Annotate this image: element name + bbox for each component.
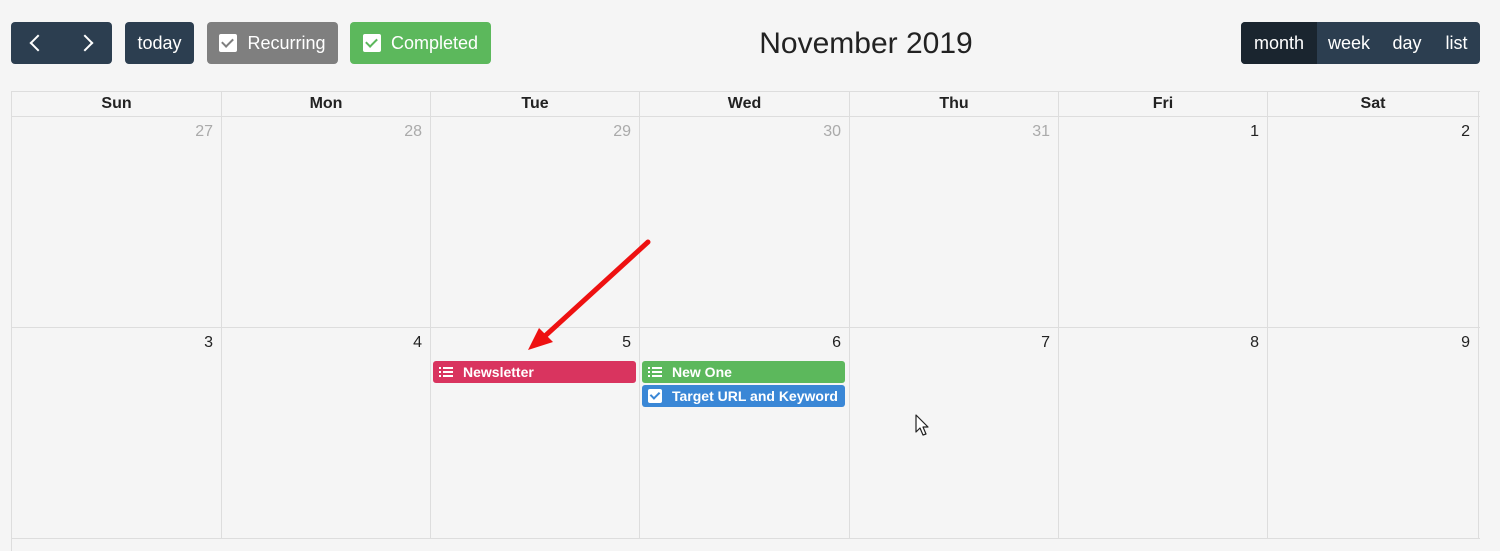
day-cell[interactable]: 2 — [1268, 117, 1479, 327]
month-grid: Sun Mon Tue Wed Thu Fri Sat 27 28 29 30 … — [11, 91, 1480, 551]
day-number[interactable]: 29 — [613, 123, 631, 141]
day-cell[interactable]: 28 — [222, 117, 431, 327]
day-number[interactable]: 28 — [404, 123, 422, 141]
day-number[interactable]: 1 — [1250, 123, 1259, 141]
completed-filter-button[interactable]: Completed — [350, 22, 491, 64]
checkbox-icon — [648, 389, 662, 403]
week-row: 27 28 29 30 31 1 2 — [12, 117, 1480, 328]
checkbox-icon — [362, 34, 381, 52]
weekday-header: Sun — [12, 92, 222, 116]
week-row: 3 4 5 Newsletter 6 New One Target URL an… — [12, 328, 1480, 539]
day-cell[interactable]: 7 — [850, 328, 1059, 538]
weekday-header: Sat — [1268, 92, 1479, 116]
event-title: Newsletter — [463, 364, 534, 380]
weekday-header: Fri — [1059, 92, 1268, 116]
weekday-header: Tue — [431, 92, 640, 116]
next-button[interactable] — [62, 22, 113, 64]
event-target-url-and-keyword[interactable]: Target URL and Keyword — [642, 385, 845, 407]
weekday-header-row: Sun Mon Tue Wed Thu Fri Sat — [12, 91, 1480, 117]
event-title: New One — [672, 364, 732, 380]
day-number[interactable]: 27 — [195, 123, 213, 141]
day-number[interactable]: 8 — [1250, 334, 1259, 352]
prev-button[interactable] — [11, 22, 62, 64]
list-icon — [648, 367, 662, 377]
view-month-button[interactable]: month — [1241, 22, 1317, 64]
calendar-toolbar: today Recurring Completed November 2019 … — [0, 0, 1500, 88]
day-number[interactable]: 7 — [1041, 334, 1050, 352]
weekday-header: Thu — [850, 92, 1059, 116]
day-cell[interactable]: 3 — [12, 328, 222, 538]
prev-next-button-group — [11, 22, 112, 64]
day-cell[interactable]: 6 New One Target URL and Keyword — [640, 328, 850, 538]
day-cell[interactable]: 5 Newsletter — [431, 328, 640, 538]
day-cell[interactable]: 8 — [1059, 328, 1268, 538]
day-cell[interactable]: 1 — [1059, 117, 1268, 327]
chevron-right-icon — [76, 34, 94, 52]
day-cell[interactable]: 4 — [222, 328, 431, 538]
recurring-filter-button[interactable]: Recurring — [207, 22, 338, 64]
day-number[interactable]: 3 — [204, 334, 213, 352]
day-cell[interactable]: 29 — [431, 117, 640, 327]
calendar-title: November 2019 — [759, 27, 973, 60]
day-number[interactable]: 6 — [832, 334, 841, 352]
view-list-button[interactable]: list — [1433, 22, 1480, 64]
today-button[interactable]: today — [125, 22, 194, 64]
recurring-label: Recurring — [247, 32, 326, 53]
event-new-one[interactable]: New One — [642, 361, 845, 383]
day-number[interactable]: 30 — [823, 123, 841, 141]
list-icon — [439, 367, 453, 377]
day-cell[interactable]: 9 — [1268, 328, 1479, 538]
weekday-header: Wed — [640, 92, 850, 116]
day-number[interactable]: 2 — [1461, 123, 1470, 141]
event-newsletter[interactable]: Newsletter — [433, 361, 636, 383]
day-cell[interactable]: 31 — [850, 117, 1059, 327]
day-number[interactable]: 4 — [413, 334, 422, 352]
view-day-button[interactable]: day — [1381, 22, 1433, 64]
weekday-header: Mon — [222, 92, 431, 116]
view-week-button[interactable]: week — [1317, 22, 1381, 64]
day-number[interactable]: 5 — [622, 334, 631, 352]
chevron-left-icon — [29, 34, 47, 52]
view-switcher: month week day list — [1241, 22, 1480, 64]
event-title: Target URL and Keyword — [672, 388, 838, 404]
completed-label: Completed — [390, 32, 479, 53]
day-number[interactable]: 9 — [1461, 334, 1470, 352]
day-cell[interactable]: 30 — [640, 117, 850, 327]
day-cell[interactable]: 27 — [12, 117, 222, 327]
day-number[interactable]: 31 — [1032, 123, 1050, 141]
checkbox-icon — [219, 34, 238, 52]
